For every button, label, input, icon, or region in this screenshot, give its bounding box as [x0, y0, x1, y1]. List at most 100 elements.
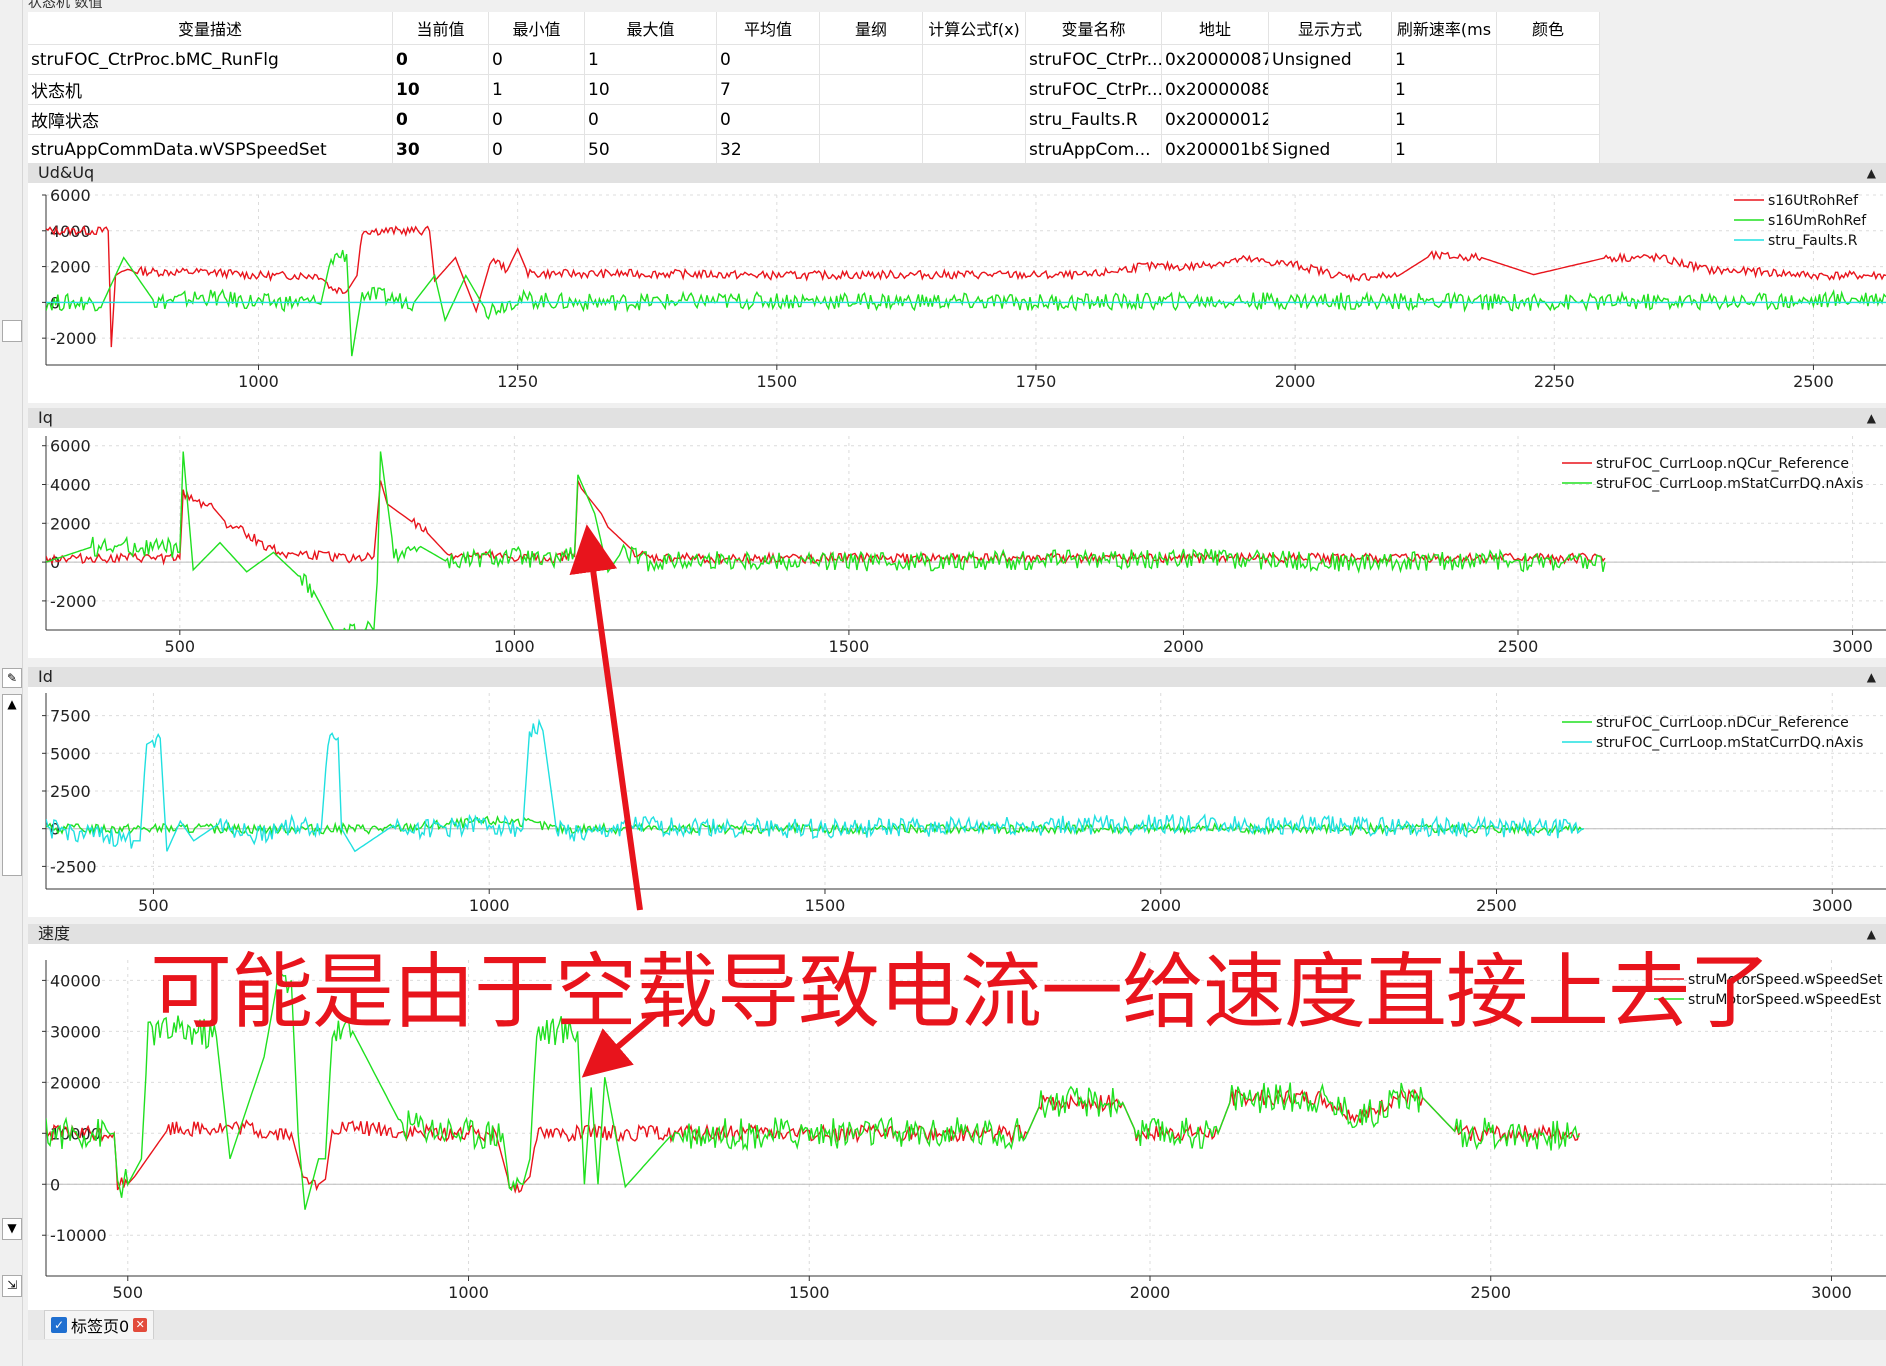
column-header[interactable]: 平均值	[716, 12, 820, 45]
table-cell[interactable]	[1496, 104, 1600, 135]
table-cell[interactable]: Unsigned	[1268, 44, 1392, 75]
x-tick-label: 500	[113, 1283, 144, 1302]
scroll-down-icon[interactable]: ▼	[2, 1218, 22, 1240]
x-tick-label: 500	[138, 896, 169, 915]
panel-header-udq[interactable]: Ud&Uq ▲	[28, 163, 1886, 183]
vertical-scrollbar[interactable]: ▲	[2, 694, 22, 876]
table-cell[interactable]: 1	[1391, 74, 1497, 105]
id-chart[interactable]: 500 1000 1500 2000 2500 3000-2500025005000750…	[28, 687, 1886, 917]
variable-table: 变量描述 当前值 最小值 最大值 平均值 量纲 计算公式f(x) 变量名称 地址 显示方式 刷新速率…	[28, 12, 1600, 165]
table-cell[interactable]: 0	[392, 44, 489, 75]
checkbox-icon[interactable]: ✓	[51, 1317, 67, 1333]
table-cell[interactable]: 1	[1391, 134, 1497, 165]
table-cell[interactable]: 0	[488, 44, 585, 75]
tab-bar: ✓ 标签页0 ✕	[28, 1310, 1886, 1340]
column-header[interactable]: 变量描述	[28, 12, 393, 45]
y-tick-label: 2000	[50, 514, 91, 533]
collapse-icon[interactable]: ▲	[1867, 924, 1876, 944]
table-cell[interactable]	[819, 134, 923, 165]
tool-icon[interactable]: ⇲	[2, 1275, 22, 1297]
table-cell[interactable]: Signed	[1268, 134, 1392, 165]
table-cell[interactable]	[922, 134, 1026, 165]
table-cell[interactable]: 0x20000087	[1161, 44, 1269, 75]
table-cell[interactable]	[1496, 134, 1600, 165]
close-icon[interactable]: ✕	[133, 1318, 148, 1332]
y-tick-label: 40000	[50, 971, 101, 990]
udq-chart[interactable]: 1000 1250 1500 1750 2000 2250 2500-20000200040…	[28, 183, 1886, 403]
table-cell[interactable]: 10	[584, 74, 717, 105]
table-cell[interactable]: 0x20000012	[1161, 104, 1269, 135]
table-cell[interactable]: 30	[392, 134, 489, 165]
iq-chart[interactable]: 500 1000 1500 2000 2500 3000-2000020004000600…	[28, 428, 1886, 658]
table-cell[interactable]: struAppCom...	[1025, 134, 1162, 165]
table-cell[interactable]	[819, 104, 923, 135]
table-cell[interactable]	[922, 104, 1026, 135]
table-cell[interactable]: 故障状态	[28, 104, 393, 135]
column-header[interactable]: 刷新速率(ms	[1391, 12, 1497, 45]
table-cell[interactable]: 1	[584, 44, 717, 75]
table-row[interactable]: struFOC_CtrProc.bMC_RunFlg 0 0 1 0 struFOC_Ct…	[28, 44, 1600, 75]
table-cell[interactable]	[922, 74, 1026, 105]
table-cell[interactable]	[819, 74, 923, 105]
column-header[interactable]: 计算公式f(x)	[922, 12, 1026, 45]
collapse-icon[interactable]: ▲	[1867, 667, 1876, 687]
column-header[interactable]: 最大值	[584, 12, 717, 45]
table-row[interactable]: 故障状态 0 0 0 0 stru_Faults.R 0x20000012 1	[28, 104, 1600, 135]
table-cell[interactable]	[1268, 104, 1392, 135]
table-row[interactable]: struAppCommData.wVSPSpeedSet 30 0 50 32 struA…	[28, 134, 1600, 165]
table-cell[interactable]: 状态机	[28, 74, 393, 105]
table-cell[interactable]: 0	[488, 134, 585, 165]
table-cell[interactable]: 1	[488, 74, 585, 105]
collapse-icon[interactable]: ▲	[1867, 163, 1876, 183]
collapse-icon[interactable]: ▲	[1867, 408, 1876, 428]
table-cell[interactable]: 0	[716, 44, 820, 75]
panel-header-iq[interactable]: Iq ▲	[28, 408, 1886, 428]
y-tick-label: 5000	[50, 744, 91, 763]
legend-label: struFOC_CurrLoop.mStatCurrDQ.nAxis	[1596, 735, 1863, 751]
column-header[interactable]: 颜色	[1496, 12, 1600, 45]
table-cell[interactable]: 0	[392, 104, 489, 135]
table-row[interactable]: 状态机 10 1 10 7 struFOC_CtrPr... 0x20000088 1	[28, 74, 1600, 105]
column-header[interactable]: 地址	[1161, 12, 1269, 45]
table-cell[interactable]: 1	[1391, 44, 1497, 75]
x-tick-label: 3000	[1811, 1283, 1852, 1302]
table-cell[interactable]	[922, 44, 1026, 75]
table-cell[interactable]: 0	[488, 104, 585, 135]
column-header[interactable]: 显示方式	[1268, 12, 1392, 45]
table-cell[interactable]: 0	[716, 104, 820, 135]
column-header[interactable]: 量纲	[819, 12, 923, 45]
column-header[interactable]: 当前值	[392, 12, 489, 45]
table-cell[interactable]: struFOC_CtrPr...	[1025, 44, 1162, 75]
pin-icon[interactable]: ✎	[2, 668, 22, 688]
table-cell[interactable]: struFOC_CtrPr...	[1025, 74, 1162, 105]
table-cell[interactable]: 1	[1391, 104, 1497, 135]
x-tick-label: 1000	[494, 637, 535, 656]
table-cell[interactable]	[1496, 74, 1600, 105]
table-cell[interactable]: 0x20000088	[1161, 74, 1269, 105]
scroll-up-icon[interactable]: ▲	[7, 697, 16, 711]
plot-udq[interactable]: 1000 1250 1500 1750 2000 2250 2500 -2000 0 2000 40…	[28, 183, 1886, 403]
table-cell[interactable]: 32	[716, 134, 820, 165]
column-header[interactable]: 变量名称	[1025, 12, 1162, 45]
table-cell[interactable]	[819, 44, 923, 75]
table-cell[interactable]	[1268, 74, 1392, 105]
table-cell[interactable]: 50	[584, 134, 717, 165]
plot-id[interactable]: 500 1000 1500 2000 2500 3000 -2500 0 2500 5000 750…	[28, 687, 1886, 917]
column-header[interactable]: 最小值	[488, 12, 585, 45]
series-line-0	[46, 225, 1886, 348]
table-cell[interactable]: stru_Faults.R	[1025, 104, 1162, 135]
table-cell[interactable]: struAppCommData.wVSPSpeedSet	[28, 134, 393, 165]
x-tick-label: 2500	[1476, 896, 1517, 915]
x-tick-label: 1500	[789, 1283, 830, 1302]
table-cell[interactable]	[1496, 44, 1600, 75]
panel-header-id[interactable]: Id ▲	[28, 667, 1886, 687]
table-cell[interactable]: 7	[716, 74, 820, 105]
plot-iq[interactable]: 500 1000 1500 2000 2500 3000 -2000 0 2000 4000 600…	[28, 428, 1886, 658]
table-cell[interactable]: 0x200001b8	[1161, 134, 1269, 165]
table-cell[interactable]: struFOC_CtrProc.bMC_RunFlg	[28, 44, 393, 75]
table-cell[interactable]: 0	[584, 104, 717, 135]
table-cell[interactable]: 10	[392, 74, 489, 105]
y-tick-label: 7500	[50, 707, 91, 726]
tab-0[interactable]: ✓ 标签页0 ✕	[44, 1310, 155, 1339]
left-dock-tab[interactable]	[2, 320, 22, 342]
